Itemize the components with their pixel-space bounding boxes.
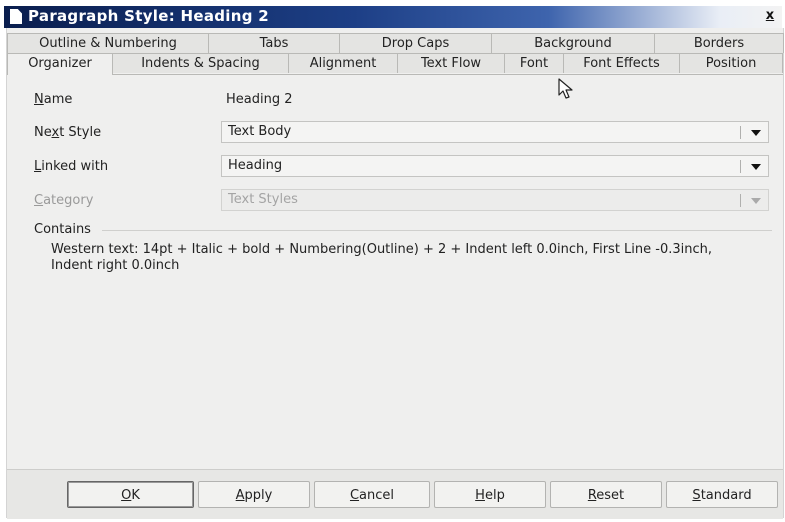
tab-row-top: Outline & Numbering Tabs Drop Caps Backg…: [7, 33, 784, 54]
category-label: Category: [34, 193, 94, 208]
linked-with-value: Heading: [228, 158, 283, 173]
tab-background[interactable]: Background: [491, 33, 655, 53]
name-value: Heading 2: [226, 92, 293, 107]
category-value: Text Styles: [228, 192, 298, 207]
ok-button[interactable]: OK: [67, 481, 194, 508]
next-style-dropdown[interactable]: Text Body: [221, 121, 769, 143]
tab-alignment[interactable]: Alignment: [288, 53, 398, 73]
chevron-down-icon: [751, 198, 761, 204]
linked-with-label: Linked with: [34, 159, 109, 174]
next-style-value: Text Body: [228, 124, 292, 139]
window-titlebar[interactable]: Paragraph Style: Heading 2 x: [4, 6, 782, 28]
tab-font-effects[interactable]: Font Effects: [563, 53, 680, 73]
category-dropdown: Text Styles: [221, 189, 769, 211]
standard-button[interactable]: Standard: [666, 481, 778, 508]
document-icon: [10, 9, 22, 24]
tab-text-flow[interactable]: Text Flow: [397, 53, 505, 73]
tab-borders[interactable]: Borders: [654, 33, 784, 53]
next-style-label: Next Style: [34, 125, 102, 140]
dropdown-separator: [740, 194, 741, 207]
tab-organizer[interactable]: Organizer: [7, 53, 113, 75]
apply-button[interactable]: Apply: [198, 481, 310, 508]
tab-outline-numbering[interactable]: Outline & Numbering: [7, 33, 209, 53]
chevron-down-icon[interactable]: [751, 164, 761, 170]
tab-drop-caps[interactable]: Drop Caps: [339, 33, 492, 53]
contains-description: Western text: 14pt + Italic + bold + Num…: [51, 242, 713, 273]
contains-divider: [102, 230, 772, 231]
dropdown-separator: [740, 160, 741, 173]
tab-font[interactable]: Font: [504, 53, 564, 73]
tab-tabs[interactable]: Tabs: [208, 33, 340, 53]
tab-panel-border: [7, 74, 783, 75]
name-label: Name: [34, 92, 73, 107]
window-title: Paragraph Style: Heading 2: [28, 7, 270, 25]
dropdown-separator: [740, 126, 741, 139]
tab-row-bottom: Organizer Indents & Spacing Alignment Te…: [7, 53, 783, 75]
contains-label: Contains: [34, 222, 91, 237]
mouse-pointer-icon: [558, 78, 573, 99]
button-bar: OK Apply Cancel Help Reset Standard: [7, 469, 783, 519]
paragraph-style-dialog: Outline & Numbering Tabs Drop Caps Backg…: [6, 28, 784, 519]
tab-position[interactable]: Position: [679, 53, 783, 73]
chevron-down-icon[interactable]: [751, 130, 761, 136]
cancel-button[interactable]: Cancel: [314, 481, 430, 508]
close-icon[interactable]: x: [762, 8, 778, 24]
tab-indents-spacing[interactable]: Indents & Spacing: [112, 53, 289, 73]
help-button[interactable]: Help: [434, 481, 546, 508]
reset-button[interactable]: Reset: [550, 481, 662, 508]
linked-with-dropdown[interactable]: Heading: [221, 155, 769, 177]
